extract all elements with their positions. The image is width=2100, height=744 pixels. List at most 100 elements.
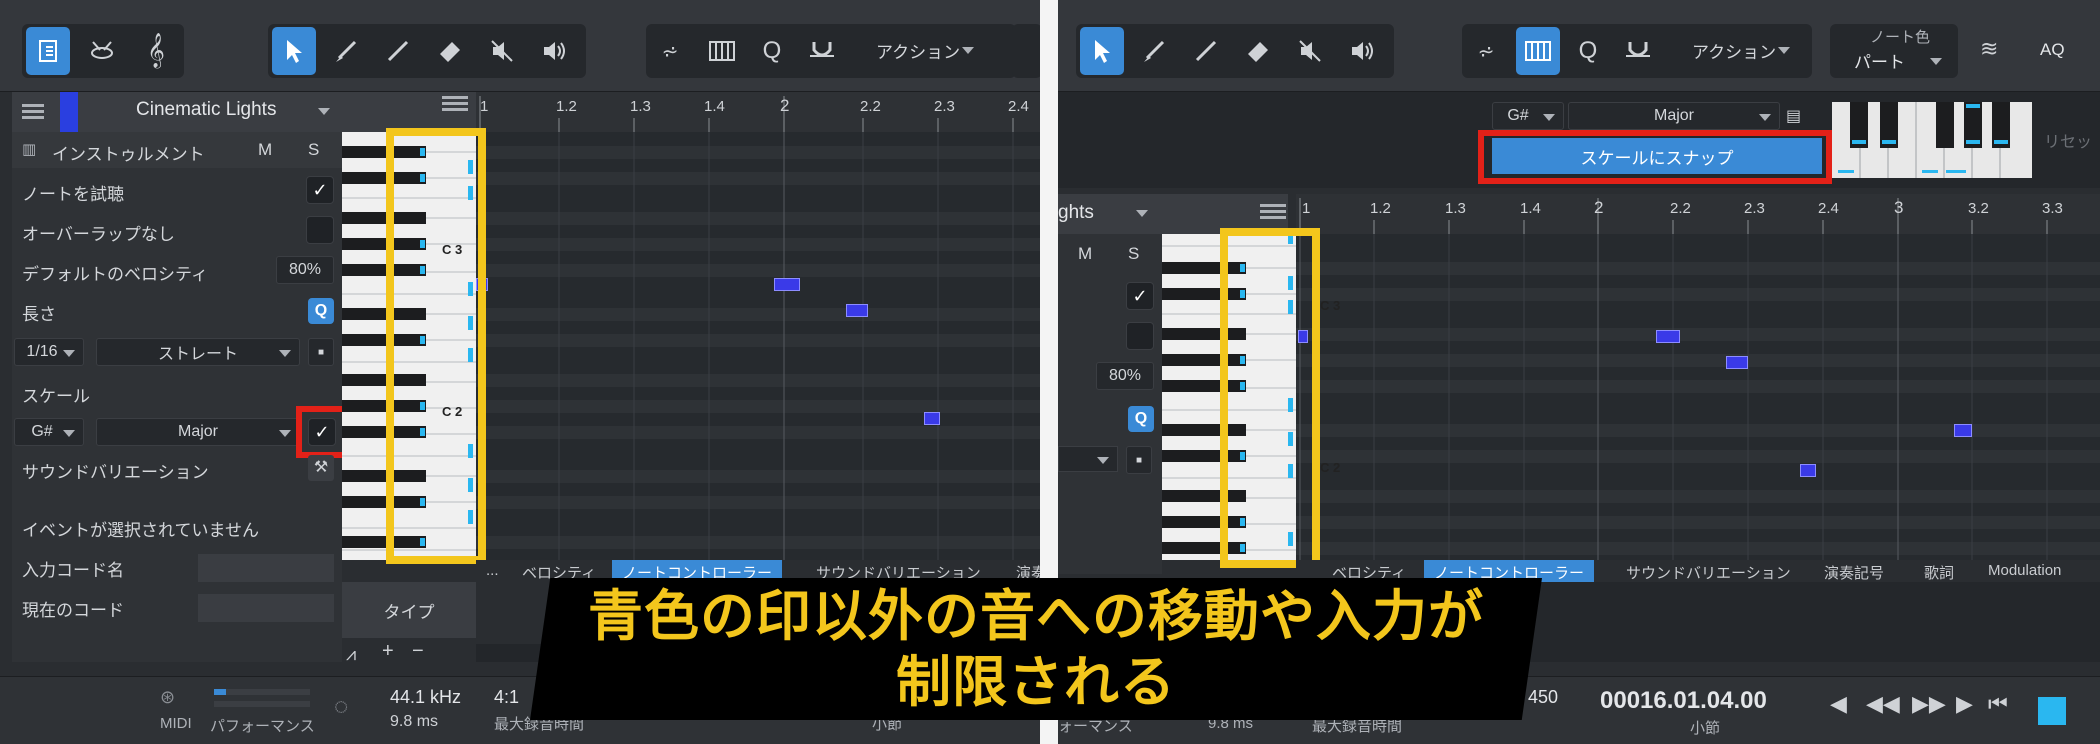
action-menu-button[interactable]: アクション — [1692, 38, 1776, 63]
ruler[interactable]: 1 1.2 1.3 1.4 2 2.2 2.3 2.4 — [476, 92, 1040, 132]
position-display[interactable]: 00016.01.04.00 — [1600, 687, 1767, 715]
instrument-row: ▥ インストゥルメント M S — [12, 132, 342, 168]
quantize-button[interactable]: Q — [750, 27, 794, 75]
length-label: 長さ — [22, 305, 56, 324]
tab-sound-variation[interactable]: サウンドバリエーション — [1616, 560, 1801, 582]
midi-note[interactable] — [1656, 330, 1680, 343]
length-value-select[interactable]: 1/16 — [14, 338, 84, 366]
note-color-value: パート — [1854, 53, 1905, 72]
keyboard-button[interactable] — [700, 27, 744, 75]
solo-button[interactable]: S — [308, 140, 319, 160]
sample-rate: 44.1 kHz — [390, 687, 462, 707]
length-quantize-button[interactable]: Q — [1128, 406, 1154, 432]
performance-meter-fill — [214, 689, 226, 695]
tab-lyrics[interactable]: 歌詞 — [1914, 560, 1964, 582]
next-marker-icon[interactable]: ▶ — [1956, 691, 1973, 717]
audition-notes-checkbox[interactable]: ✓ — [306, 176, 334, 204]
tab-modulation[interactable]: Modulation — [1978, 560, 2071, 582]
snap-button[interactable] — [800, 27, 844, 75]
lane-type-button[interactable]: タイプ — [342, 582, 476, 638]
stop-button[interactable] — [2038, 697, 2066, 725]
no-overlap-checkbox[interactable] — [1126, 322, 1154, 350]
return-to-zero-icon[interactable]: ⏮ — [1988, 691, 2008, 717]
midi-note[interactable] — [924, 412, 940, 425]
track-name[interactable]: Cinematic Lights — [136, 99, 276, 121]
ruler-label: 2.4 — [1818, 200, 1839, 217]
pencil-tool-button[interactable] — [376, 27, 420, 75]
chevron-down-icon[interactable] — [318, 108, 330, 115]
input-chord-field[interactable] — [198, 554, 334, 582]
scale-list-icon[interactable]: ▤ — [1786, 106, 1801, 126]
lane-zoom-icon[interactable]: ⩘ — [346, 644, 356, 665]
chevron-down-icon — [1930, 58, 1942, 65]
list-icon[interactable] — [22, 104, 44, 107]
tab-articulation[interactable]: 演奏記号 — [1814, 560, 1894, 582]
length-option-button[interactable]: ■ — [308, 338, 334, 366]
solo-button[interactable]: S — [1128, 244, 1139, 264]
mute-button[interactable]: M — [258, 140, 272, 160]
mute-tool-button[interactable] — [1288, 27, 1332, 75]
transform-button[interactable]: ⩫ — [648, 27, 692, 75]
midi-note[interactable] — [1954, 424, 1972, 437]
brush-tool-button[interactable] — [1132, 27, 1176, 75]
magnet-icon — [1626, 42, 1650, 57]
reset-button[interactable]: リセッ — [2044, 128, 2092, 152]
scale-keyboard[interactable] — [1832, 102, 2032, 178]
rewind-icon[interactable]: ◀◀ — [1866, 691, 1900, 717]
length-mode-select[interactable]: ストレート — [96, 338, 300, 366]
performance-meter-2 — [214, 701, 310, 707]
ruler-label: 2 — [1594, 198, 1604, 217]
piano-icon — [1525, 41, 1551, 61]
length-option-button[interactable]: ■ — [1126, 446, 1152, 474]
chevron-down-icon[interactable] — [1136, 210, 1148, 217]
midi-note[interactable] — [1800, 464, 1816, 477]
prev-marker-icon[interactable]: ◀ — [1830, 691, 1847, 717]
midi-note[interactable] — [846, 304, 868, 317]
mute-button[interactable]: M — [1078, 244, 1092, 264]
scale-root-select[interactable]: G# — [1492, 102, 1564, 130]
mute-tool-button[interactable] — [480, 27, 524, 75]
snap-button[interactable] — [1616, 27, 1660, 75]
action-menu-button[interactable]: アクション — [876, 38, 960, 63]
audition-notes-checkbox[interactable]: ✓ — [1126, 282, 1154, 310]
menu-icon[interactable] — [442, 96, 468, 99]
remove-lane-icon[interactable]: − — [412, 640, 424, 663]
listen-tool-button[interactable] — [1340, 27, 1384, 75]
brush-tool-button[interactable] — [324, 27, 368, 75]
drum-view-button[interactable] — [80, 27, 124, 75]
add-lane-icon[interactable]: + — [382, 640, 394, 663]
fast-forward-icon[interactable]: ▶▶ — [1912, 691, 1946, 717]
default-velocity-field[interactable]: 80% — [276, 256, 334, 284]
pencil-tool-button[interactable] — [1184, 27, 1228, 75]
eraser-tool-button[interactable] — [1236, 27, 1280, 75]
arrow-tool-button[interactable] — [272, 27, 316, 75]
eraser-tool-button[interactable] — [428, 27, 472, 75]
transform-button[interactable]: ⩫ — [1464, 27, 1508, 75]
wrench-icon[interactable]: ⚒ — [308, 455, 334, 481]
track-name[interactable]: ghts — [1058, 202, 1094, 224]
length-mode-select[interactable] — [1058, 446, 1118, 472]
midi-note[interactable] — [774, 278, 800, 291]
keyboard-button[interactable] — [1516, 27, 1560, 75]
length-quantize-button[interactable]: Q — [308, 298, 334, 324]
scale-root-select[interactable]: G# — [14, 418, 84, 446]
performance-label: パフォーマンス — [210, 718, 315, 735]
score-view-button[interactable]: 𝄞 — [134, 27, 178, 75]
arrow-tool-button[interactable] — [1080, 27, 1124, 75]
ruler[interactable]: 1 1.2 1.3 1.4 2 2.2 2.3 2.4 3 3.2 3.3 — [1296, 194, 2100, 234]
note-color-group[interactable]: ノート色 パート — [1830, 24, 1958, 78]
scale-type-select[interactable]: Major — [96, 418, 300, 446]
listen-tool-button[interactable] — [532, 27, 576, 75]
scale-type-select[interactable]: Major — [1568, 102, 1780, 130]
midi-note[interactable] — [1726, 356, 1748, 369]
quantize-button[interactable]: Q — [1566, 27, 1610, 75]
menu-icon[interactable] — [1260, 204, 1286, 207]
default-velocity-field[interactable]: 80% — [1096, 362, 1154, 390]
edit-group: ⩫ Q アクション — [1462, 24, 1812, 78]
tab-more[interactable]: ... — [476, 560, 509, 582]
loading-icon: ◌ — [334, 693, 349, 720]
no-overlap-checkbox[interactable] — [306, 216, 334, 244]
wave-icon[interactable]: ≋ — [1980, 36, 1998, 62]
inspector-toggle-button[interactable] — [26, 27, 70, 75]
aq-button[interactable]: AQ — [2040, 40, 2065, 60]
